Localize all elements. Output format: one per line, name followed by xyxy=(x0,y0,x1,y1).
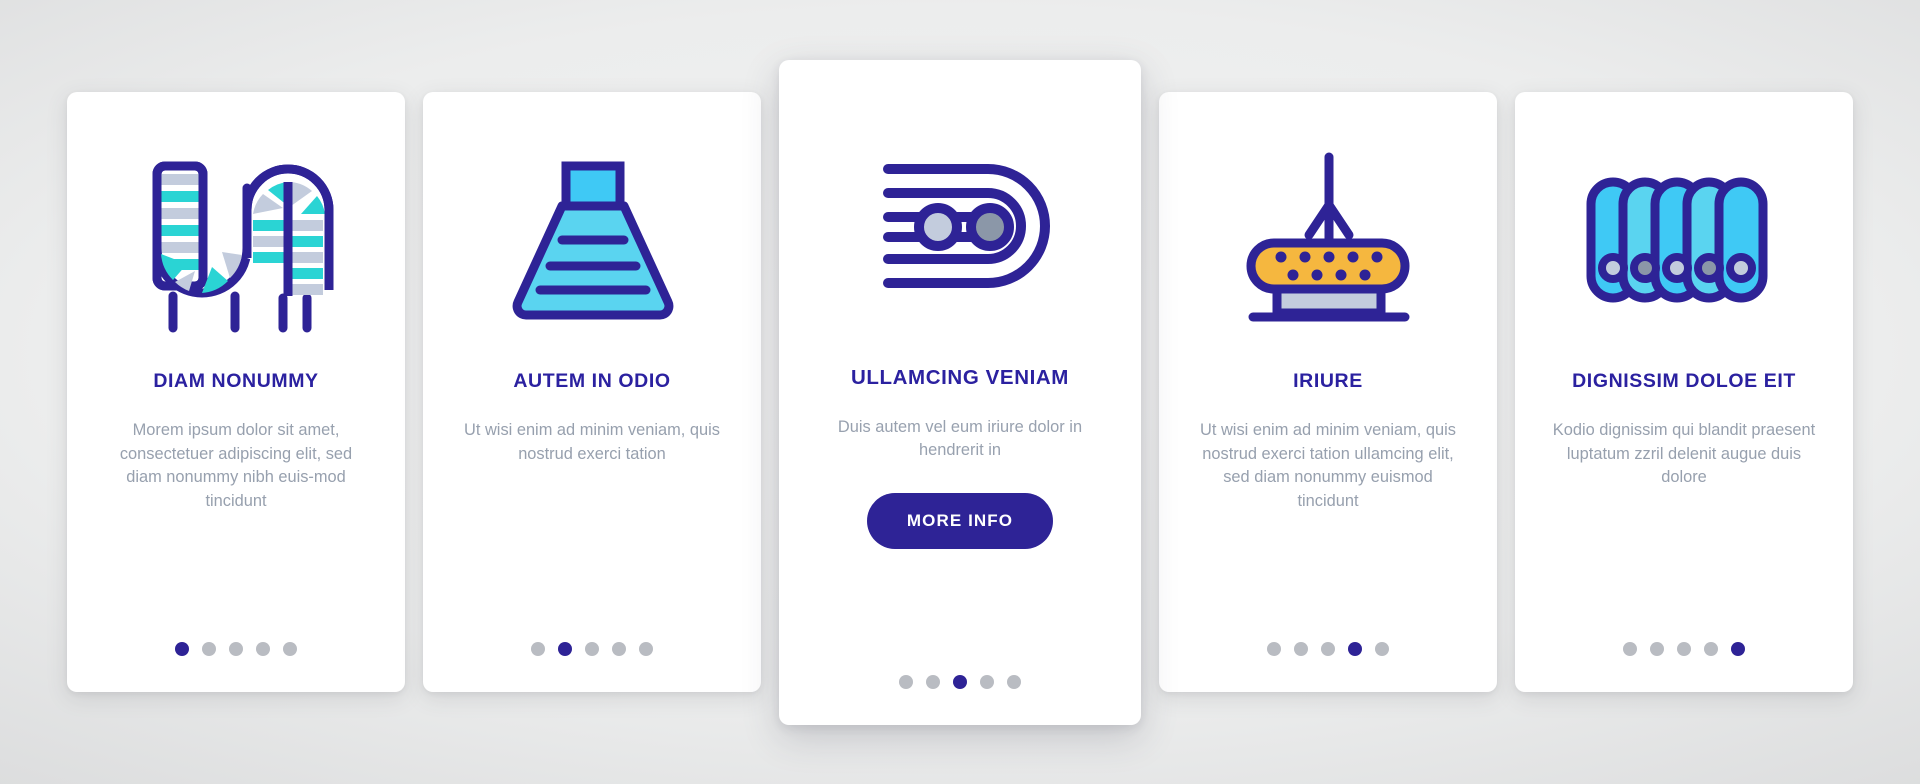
card-body: Ut wisi enim ad minim veniam, quis nostr… xyxy=(464,421,720,463)
dot-4[interactable] xyxy=(612,642,626,656)
onboarding-card-5[interactable]: DIGNISSIM DOLOE EIT Kodio dignissim qui … xyxy=(1515,92,1853,692)
pagination-dots[interactable] xyxy=(67,642,405,656)
dot-1[interactable] xyxy=(1623,642,1637,656)
dot-1[interactable] xyxy=(531,642,545,656)
dot-4[interactable] xyxy=(1348,642,1362,656)
dot-4[interactable] xyxy=(980,674,994,689)
pagination-dots[interactable] xyxy=(1159,642,1497,656)
card-body: Morem ipsum dolor sit amet, consectetuer… xyxy=(119,421,353,510)
hopper-funnel-icon xyxy=(445,138,739,348)
dot-3[interactable] xyxy=(953,674,967,689)
card-title: IRIURE xyxy=(1293,370,1363,392)
card-title: AUTEM IN ODIO xyxy=(513,370,671,392)
dot-2[interactable] xyxy=(1294,642,1308,656)
pagination-dots[interactable] xyxy=(779,674,1141,689)
dot-5[interactable] xyxy=(1007,674,1021,689)
dot-4[interactable] xyxy=(1704,642,1718,656)
onboarding-card-3[interactable]: ULLAMCING VENIAM Duis autem vel eum iriu… xyxy=(779,59,1141,725)
dot-1[interactable] xyxy=(175,642,189,656)
pagination-dots[interactable] xyxy=(423,642,761,656)
card-body: Ut wisi enim ad minim veniam, quis nostr… xyxy=(1200,421,1456,510)
dot-5[interactable] xyxy=(283,642,297,656)
card-title: DIGNISSIM DOLOE EIT xyxy=(1572,370,1796,392)
onboarding-card-4[interactable]: IRIURE Ut wisi enim ad minim veniam, qui… xyxy=(1159,92,1497,692)
dot-3[interactable] xyxy=(585,642,599,656)
dot-1[interactable] xyxy=(899,674,913,689)
onboarding-card-2[interactable]: AUTEM IN ODIO Ut wisi enim ad minim veni… xyxy=(423,92,761,692)
dot-3[interactable] xyxy=(1321,642,1335,656)
card-title: ULLAMCING VENIAM xyxy=(850,365,1069,389)
dot-3[interactable] xyxy=(229,642,243,656)
dot-2[interactable] xyxy=(926,674,940,689)
card-body: Kodio dignissim qui blandit praesent lup… xyxy=(1552,421,1816,487)
card-title: DIAM NONUMMY xyxy=(153,370,319,392)
dot-2[interactable] xyxy=(558,642,572,656)
robot-arm-conveyor-icon xyxy=(1181,138,1475,348)
belt-loop-rollers-icon xyxy=(801,112,1119,340)
roller-bank-icon xyxy=(1537,138,1831,348)
onboarding-carousel: DIAM NONUMMY Morem ipsum dolor sit amet,… xyxy=(0,0,1920,784)
dot-2[interactable] xyxy=(1650,642,1664,656)
card-body: Duis autem vel eum iriure dolor in hendr… xyxy=(837,417,1083,460)
dot-2[interactable] xyxy=(202,642,216,656)
more-info-button[interactable]: MORE INFO xyxy=(866,492,1054,549)
conveyor-coil-icon xyxy=(89,138,383,348)
dot-5[interactable] xyxy=(639,642,653,656)
dot-5[interactable] xyxy=(1375,642,1389,656)
dot-1[interactable] xyxy=(1267,642,1281,656)
onboarding-card-1[interactable]: DIAM NONUMMY Morem ipsum dolor sit amet,… xyxy=(67,92,405,692)
dot-3[interactable] xyxy=(1677,642,1691,656)
dot-4[interactable] xyxy=(256,642,270,656)
dot-5[interactable] xyxy=(1731,642,1745,656)
pagination-dots[interactable] xyxy=(1515,642,1853,656)
